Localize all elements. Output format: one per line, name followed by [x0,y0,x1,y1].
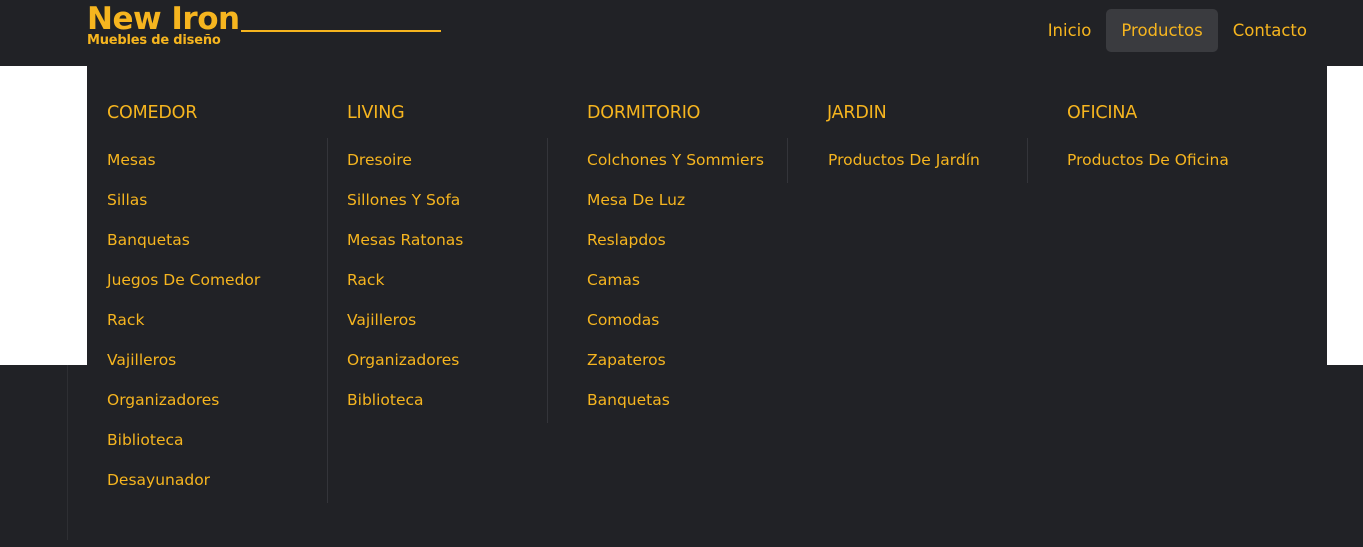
menu-item[interactable]: Sillones Y Sofa [347,178,527,223]
brand-logo[interactable]: New Iron Muebles de diseño [87,2,240,47]
menu-column-living: LIVING Dresoire Sillones Y Sofa Mesas Ra… [347,99,548,423]
menu-item[interactable]: Biblioteca [347,378,527,423]
menu-item[interactable]: Rack [107,298,307,343]
menu-list: Dresoire Sillones Y Sofa Mesas Ratonas R… [347,138,548,423]
menu-item[interactable]: Colchones Y Sommiers [587,138,797,183]
menu-item[interactable]: Mesa De Luz [587,178,797,223]
menu-item[interactable]: Mesas [107,138,307,183]
nav-productos[interactable]: Productos [1106,9,1218,52]
menu-heading: COMEDOR [107,103,198,123]
menu-item[interactable]: Zapateros [587,338,797,383]
menu-item[interactable]: Dresoire [347,138,527,183]
menu-item[interactable]: Comodas [587,298,797,343]
nav-contacto[interactable]: Contacto [1218,9,1322,52]
menu-item[interactable]: Sillas [107,178,307,223]
menu-column-comedor: COMEDOR Mesas Sillas Banquetas Juegos De… [107,99,328,503]
menu-list: Colchones Y Sommiers Mesa De Luz Reslapd… [587,138,817,423]
page: New Iron Muebles de diseño Inicio Produc… [0,0,1363,547]
main-nav: Inicio Productos Contacto [1033,9,1322,52]
menu-item[interactable]: Vajilleros [107,338,307,383]
menu-item[interactable]: Banquetas [107,218,307,263]
menu-heading: LIVING [347,103,405,123]
menu-item[interactable]: Mesas Ratonas [347,218,527,263]
menu-item[interactable]: Juegos De Comedor [107,258,307,303]
brand-name: New Iron [87,1,240,37]
menu-heading: DORMITORIO [587,103,701,123]
menu-item[interactable]: Productos De Jardín [828,138,1007,183]
menu-item[interactable]: Camas [587,258,797,303]
menu-item[interactable]: Banquetas [587,378,797,423]
menu-item[interactable]: Organizadores [347,338,527,383]
menu-item[interactable]: Organizadores [107,378,307,423]
menu-item[interactable]: Biblioteca [107,418,307,463]
menu-item[interactable]: Productos De Oficina [1067,138,1277,183]
menu-column-jardin: JARDIN Productos De Jardín [787,99,1028,183]
menu-item[interactable]: Reslapdos [587,218,797,263]
menu-heading: JARDIN [827,103,887,123]
nav-inicio[interactable]: Inicio [1033,9,1107,52]
site-header: New Iron Muebles de diseño Inicio Produc… [0,0,1363,66]
menu-item[interactable]: Rack [347,258,527,303]
brand-underline [241,30,441,32]
menu-column-dormitorio: DORMITORIO Colchones Y Sommiers Mesa De … [587,99,817,423]
menu-list: Productos De Oficina [1067,138,1297,183]
menu-list: Mesas Sillas Banquetas Juegos De Comedor… [107,138,328,503]
products-mega-menu: COMEDOR Mesas Sillas Banquetas Juegos De… [87,66,1327,547]
menu-list: Productos De Jardín [787,138,1028,183]
menu-column-oficina: OFICINA Productos De Oficina [1067,99,1297,183]
menu-item[interactable]: Vajilleros [347,298,527,343]
divider [67,365,68,540]
menu-heading: OFICINA [1067,103,1138,123]
brand-tagline: Muebles de diseño [87,33,221,48]
menu-item[interactable]: Desayunador [107,458,307,503]
